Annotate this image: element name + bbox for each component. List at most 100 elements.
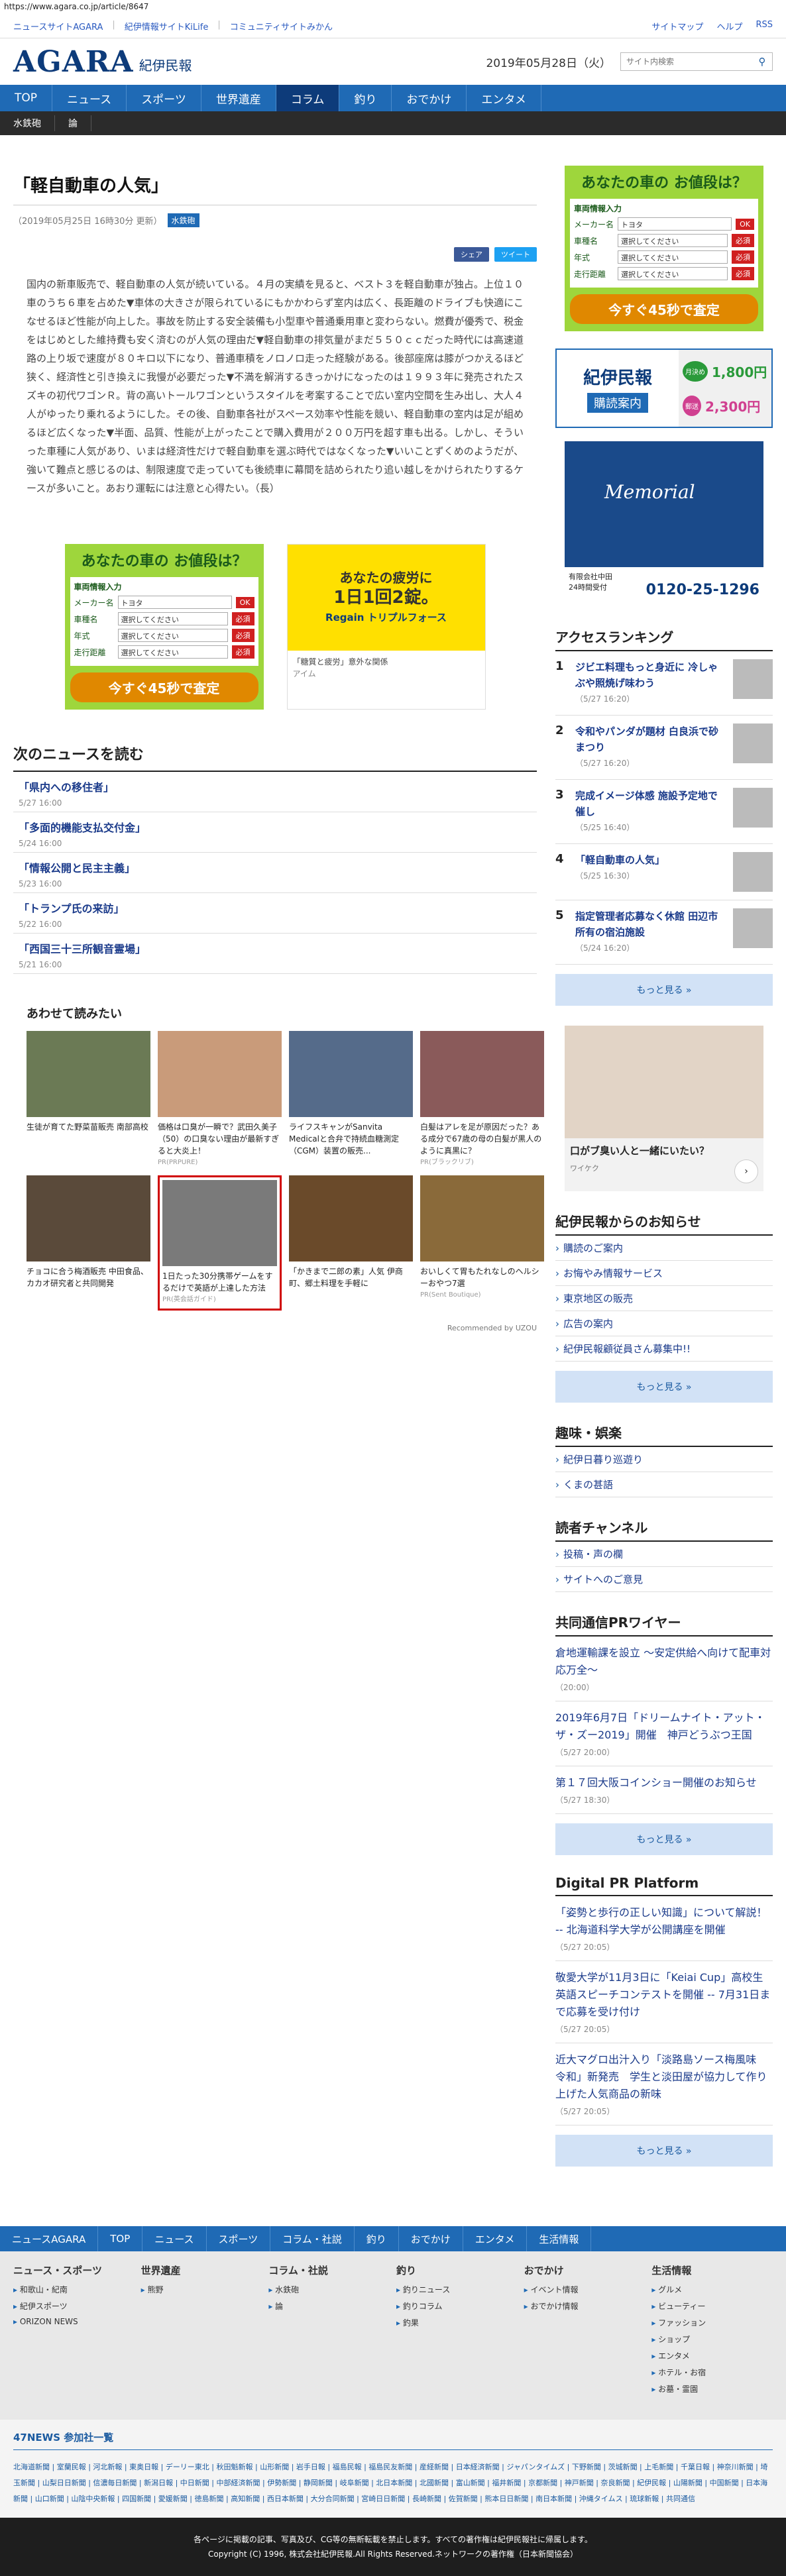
related-card-title[interactable]: 価格は口臭が一瞬で？武田久美子（50）の口臭ない理由が最新すぎると大炎上！ (158, 1121, 282, 1157)
nav-item[interactable]: コラム (276, 85, 340, 111)
side-ad-2-chevron-icon[interactable]: › (734, 1159, 758, 1183)
related-card-title[interactable]: チョコに合う梅酒販売 中田食品、カカオ研究者と共同開発 (27, 1265, 150, 1289)
nav-item[interactable]: TOP (0, 85, 53, 111)
next-news-title[interactable]: 「県内への移住者」 (19, 778, 537, 794)
related-card-title[interactable]: おいしくて胃もたれなしのヘルシーおやつ7選 (420, 1265, 544, 1289)
footer-nav-item[interactable]: ニュース (142, 2226, 207, 2251)
nav-item[interactable]: ニュース (52, 85, 127, 111)
related-card[interactable]: 1日たった30分携帯ゲームをするだけで英語が上達した方法 PR(英会話ガイド) (158, 1175, 282, 1311)
next-news-title[interactable]: 「多面的機能支払交付金」 (19, 819, 537, 835)
search-icon[interactable]: ⚲ (752, 53, 772, 70)
footer-column-link[interactable]: 紀伊スポーツ (13, 2300, 135, 2312)
top-right-link[interactable]: サイトマップ (651, 20, 703, 32)
dpr-more-button[interactable]: もっと見る » (555, 2135, 773, 2167)
ranking-thumbnail[interactable] (733, 659, 773, 699)
nav-item[interactable]: 釣り (339, 85, 392, 111)
next-news-item[interactable]: 「県内への移住者」 5/27 16:00 (13, 772, 537, 812)
footer-column-link[interactable]: 論 (268, 2300, 390, 2312)
footer-nav-item[interactable]: ニュースAGARA (0, 2226, 99, 2251)
notice-more-button[interactable]: もっと見る » (555, 1371, 773, 1403)
ranking-text[interactable]: 令和やパンダが題材 白良浜で砂まつり (575, 724, 726, 755)
category-badge[interactable]: 水鉄砲 (167, 213, 199, 227)
footer-column-link[interactable]: お墓・霊園 (651, 2383, 773, 2394)
side-ad-2[interactable]: 口がブ臭い人と一緒にいたい？ ワイケク › (565, 1026, 763, 1191)
related-card[interactable]: ライフスキャンがSanvita Medicalと合弁で持続血糖測定（CGM）装置… (289, 1031, 413, 1169)
footer-column-link[interactable]: イベント情報 (524, 2284, 646, 2295)
memorial-ad[interactable]: Memorial 有限会社中田 24時間受付 0120-25-1296 (565, 441, 763, 607)
ranking-text[interactable]: ジビエ料理もっと身近に 冷しゃぶや照焼げ味わう (575, 659, 726, 691)
footer-column-link[interactable]: 釣果 (396, 2317, 518, 2328)
next-news-item[interactable]: 「トランプ氏の来訪」 5/22 16:00 (13, 893, 537, 934)
footer-nav-item[interactable]: 釣り (355, 2226, 399, 2251)
pr_items-title[interactable]: 第１７回大阪コインショー開催のお知らせ (555, 1774, 773, 1792)
pr_items-title[interactable]: 倉地運輸課を設立 〜安定供給へ向けて配車対応万全〜 (555, 1644, 773, 1679)
nav-item[interactable]: エンタメ (467, 85, 541, 111)
dpr_items-item[interactable]: 近大マグロ出汁入り「淡路島ソース梅風味 令和」新発売 学生と淡田屋が協力して作り… (555, 2043, 773, 2125)
footer-column-link[interactable]: 釣りコラム (396, 2300, 518, 2312)
ranking-thumbnail[interactable] (733, 788, 773, 828)
footer-column-heading[interactable]: 生活情報 (651, 2263, 773, 2277)
dpr_items-item[interactable]: 「姿勢と歩行の正しい知識」について解説！ -- 北海道科学大学が公開講座を開催 （… (555, 1896, 773, 1961)
footer-column-link[interactable]: おでかけ情報 (524, 2300, 646, 2312)
next-news-title[interactable]: 「情報公開と民主主義」 (19, 859, 537, 875)
footer-column-heading[interactable]: 釣り (396, 2263, 518, 2277)
related-card-title[interactable]: 1日たった30分携帯ゲームをするだけで英語が上達した方法 (162, 1270, 277, 1294)
top-link[interactable]: 紀伊情報サイトKiLife (125, 20, 209, 32)
car-ad-row-select[interactable]: 選択してください (117, 645, 228, 659)
reader-link[interactable]: サイトへのご意見 (555, 1567, 773, 1592)
ranking-text[interactable]: 完成イメージ体感 施設予定地で催し (575, 788, 726, 820)
footer-column-heading[interactable]: 世界遺産 (141, 2263, 262, 2277)
footer-column-link[interactable]: 釣りニュース (396, 2284, 518, 2295)
url-bar[interactable]: https://www.agara.co.jp/article/8647 (0, 0, 786, 15)
next-news-title[interactable]: 「西国三十三所観音霊場」 (19, 940, 537, 956)
notices-link[interactable]: 紀伊民報顧従員さん募集中!! (555, 1336, 773, 1362)
top-right-link[interactable]: RSS (756, 20, 773, 32)
car-ad-button[interactable]: 今すぐ45秒で査定 (70, 672, 258, 702)
nav-item[interactable]: スポーツ (127, 85, 201, 111)
related-card-image[interactable] (27, 1031, 150, 1117)
ranking-text[interactable]: 指定管理者応募なく休館 田辺市所有の宿泊施設 (575, 908, 726, 940)
related-card-image[interactable] (162, 1180, 277, 1266)
ranking-title[interactable]: 令和やパンダが題材 白良浜で砂まつり （5/27 16:20） (575, 724, 726, 771)
news47-list[interactable]: 北海道新聞 | 室蘭民報 | 河北新報 | 東奥日報 | デーリー東北 | 秋田… (13, 2459, 773, 2507)
related-card-title[interactable]: 「かきまで二郎の素」人気 伊商町、郷土料理を手軽に (289, 1265, 413, 1289)
ranking-title[interactable]: 完成イメージ体感 施設予定地で催し （5/25 16:40） (575, 788, 726, 835)
car-ad-row-select[interactable]: トヨタ (117, 596, 232, 609)
hobby-link[interactable]: 紀伊日暮り巡遊り (555, 1447, 773, 1472)
related-card-image[interactable] (158, 1031, 282, 1117)
car-valuation-ad[interactable]: あなたの車の お値段は？ 車両情報入力 メーカー名 トヨタ OK 車種名 選択してくださ… (64, 544, 264, 710)
regain-ad[interactable]: あなたの疲労に 1日1回2錠。 Regain トリプルフォース 「糖質と疲労」意… (286, 544, 486, 710)
related-card[interactable]: 白髪はアレを足が原因だった？ある成分で67歳の母の白髪が黒人のように真黒に？ PR… (420, 1031, 544, 1169)
ranking-item[interactable]: 1 ジビエ料理もっと身近に 冷しゃぶや照焼げ味わう （5/27 16:20） (555, 651, 773, 716)
footer-column-link[interactable]: ショップ (651, 2334, 773, 2345)
next-news-title[interactable]: 「トランプ氏の来訪」 (19, 900, 537, 916)
top-link[interactable]: コミュニティサイトみかん (230, 20, 333, 32)
dpr_items-title[interactable]: 近大マグロ出汁入り「淡路島ソース梅風味 令和」新発売 学生と淡田屋が協力して作り… (555, 2051, 773, 2103)
pr_items-item[interactable]: 倉地運輸課を設立 〜安定供給へ向けて配車対応万全〜 （20:00） (555, 1637, 773, 1701)
nav-item[interactable]: 世界遺産 (201, 85, 276, 111)
footer-nav-item[interactable]: 生活情報 (527, 2226, 592, 2251)
car-ad-row-select[interactable]: 選択してください (618, 234, 728, 247)
footer-column-heading[interactable]: ニュース・スポーツ (13, 2263, 135, 2277)
related-card-image[interactable] (289, 1175, 413, 1261)
dpr_items-title[interactable]: 敬愛大学が11月3日に「Keiai Cup」高校生英語スピーチコンテストを開催 … (555, 1969, 773, 2021)
nav-item[interactable]: おでかけ (392, 85, 467, 111)
next-news-item[interactable]: 「情報公開と民主主義」 5/23 16:00 (13, 853, 537, 893)
ranking-thumbnail[interactable] (733, 908, 773, 948)
dpr_items-item[interactable]: 敬愛大学が11月3日に「Keiai Cup」高校生英語スピーチコンテストを開催 … (555, 1961, 773, 2043)
hobby-link[interactable]: くまの甚語 (555, 1472, 773, 1497)
related-card-title[interactable]: 生徒が育てた野菜苗販売 南部高校 (27, 1121, 150, 1133)
related-card[interactable]: おいしくて胃もたれなしのヘルシーおやつ7選 PR(Sent Boutique) (420, 1175, 544, 1311)
related-card-title[interactable]: 白髪はアレを足が原因だった？ある成分で67歳の母の白髪が黒人のように真黒に？ (420, 1121, 544, 1157)
next-news-item[interactable]: 「西国三十三所観音霊場」 5/21 16:00 (13, 934, 537, 974)
related-card-image[interactable] (289, 1031, 413, 1117)
subnav-item[interactable]: 水鉄砲 (0, 115, 55, 131)
pr_items-title[interactable]: 2019年6月7日「ドリームナイト・アット・ザ・ズー2019」開催 神戸どうぶつ… (555, 1709, 773, 1744)
footer-nav-item[interactable]: エンタメ (463, 2226, 528, 2251)
related-card[interactable]: チョコに合う梅酒販売 中田食品、カカオ研究者と共同開発 (27, 1175, 150, 1311)
ranking-title[interactable]: ジビエ料理もっと身近に 冷しゃぶや照焼げ味わう （5/27 16:20） (575, 659, 726, 707)
notices-link[interactable]: 広告の案内 (555, 1311, 773, 1336)
reader-link[interactable]: 投稿・声の欄 (555, 1542, 773, 1567)
footer-nav-item[interactable]: スポーツ (207, 2226, 271, 2251)
related-card-image[interactable] (27, 1175, 150, 1261)
